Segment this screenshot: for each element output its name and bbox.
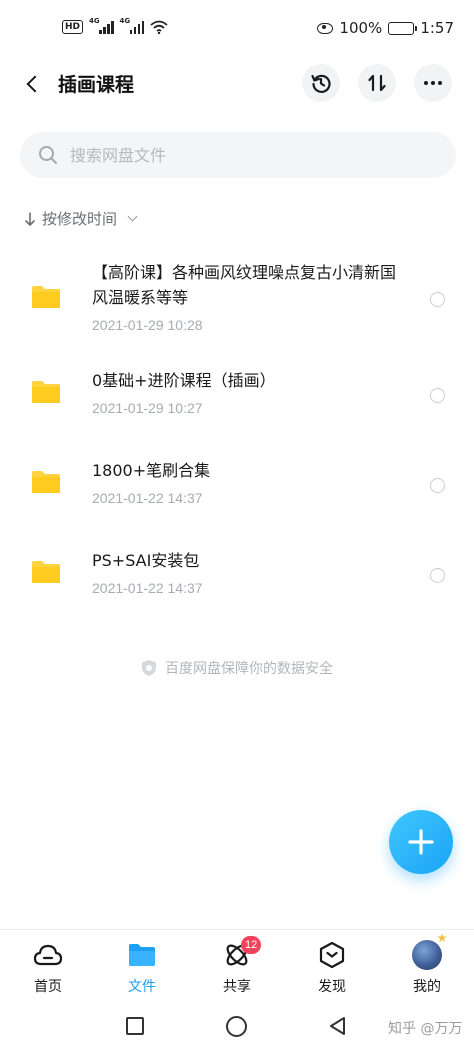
watermark: 知乎 @万万 xyxy=(388,1021,463,1037)
list-item[interactable]: PS+SAI安装包 2021-01-22 14:37 xyxy=(0,540,474,610)
sort-icon xyxy=(368,74,386,92)
battery-icon xyxy=(388,21,418,35)
folder-icon xyxy=(32,286,60,308)
back-arrow-icon xyxy=(26,75,43,93)
list-item[interactable]: 0基础+进阶课程（插画） 2021-01-29 10:27 xyxy=(0,360,474,430)
safety-text: 百度网盘保障你的数据安全 xyxy=(165,661,333,677)
search-bar[interactable] xyxy=(20,132,456,178)
folder-icon xyxy=(32,471,60,493)
eye-comfort-icon xyxy=(317,22,334,34)
sort-label: 按修改时间 xyxy=(42,210,118,228)
header: 插画课程 xyxy=(0,58,474,112)
history-icon xyxy=(311,74,331,93)
file-name: 【高阶课】各种画风纹理噪点复古小清新国风温暖系等等 xyxy=(92,263,397,307)
cloud-icon xyxy=(33,944,63,966)
list-item[interactable]: 1800+笔刷合集 2021-01-22 14:37 xyxy=(0,450,474,520)
tab-label: 文件 xyxy=(128,979,156,995)
list-item[interactable]: 【高阶课】各种画风纹理噪点复古小清新国风温暖系等等 2021-01-29 10:… xyxy=(0,255,474,345)
avatar xyxy=(412,940,442,970)
signal-icon-2: 4G xyxy=(120,17,145,34)
folder-icon xyxy=(129,944,155,966)
sort-selector[interactable]: 按修改时间 xyxy=(24,208,138,229)
wifi-icon xyxy=(150,20,168,34)
add-button[interactable] xyxy=(389,810,453,874)
tab-label: 发现 xyxy=(318,979,346,995)
tab-share[interactable]: 12 共享 xyxy=(207,936,267,996)
chevron-down-icon xyxy=(127,211,138,222)
back-triangle-button[interactable] xyxy=(328,1016,348,1036)
folder-icon xyxy=(32,381,60,403)
clock: 1:57 xyxy=(420,19,454,37)
status-right: 100% 1:57 xyxy=(317,19,454,37)
tab-home[interactable]: 首页 xyxy=(18,940,78,996)
signal-icon: 4G xyxy=(89,17,114,34)
tab-label: 我的 xyxy=(413,979,441,995)
sort-arrow-icon xyxy=(25,211,35,226)
file-name: 1800+笔刷合集 xyxy=(92,461,211,480)
hexagon-icon xyxy=(319,941,345,969)
notification-badge: 12 xyxy=(241,936,262,954)
search-icon xyxy=(39,146,57,164)
page-title: 插画课程 xyxy=(58,74,135,96)
select-radio[interactable] xyxy=(430,478,445,493)
file-date: 2021-01-29 10:27 xyxy=(92,400,203,416)
folder-icon xyxy=(32,561,60,583)
search-input[interactable] xyxy=(70,145,410,165)
home-button[interactable] xyxy=(226,1016,247,1037)
file-name: PS+SAI安装包 xyxy=(92,551,200,570)
back-button[interactable] xyxy=(18,70,46,98)
select-radio[interactable] xyxy=(430,388,445,403)
safety-note: 百度网盘保障你的数据安全 xyxy=(0,658,474,678)
more-button[interactable] xyxy=(414,64,452,102)
battery-percent: 100% xyxy=(339,19,383,37)
file-name: 0基础+进阶课程（插画） xyxy=(92,371,276,390)
history-button[interactable] xyxy=(302,64,340,102)
system-nav-bar: 知乎 @万万 xyxy=(0,1001,474,1053)
tab-label: 共享 xyxy=(223,979,251,995)
status-left: HD 4G 4G xyxy=(62,17,168,34)
plus-icon xyxy=(408,829,434,855)
more-icon xyxy=(424,81,442,85)
hd-icon: HD xyxy=(62,20,84,34)
tab-discover[interactable]: 发现 xyxy=(302,940,362,996)
file-date: 2021-01-22 14:37 xyxy=(92,490,203,506)
tab-label: 首页 xyxy=(34,979,62,995)
tab-me[interactable]: 我的 xyxy=(397,940,457,996)
select-radio[interactable] xyxy=(430,568,445,583)
tab-files[interactable]: 文件 xyxy=(112,940,172,996)
sort-button[interactable] xyxy=(358,64,396,102)
status-bar: HD 4G 4G 100% 1:57 xyxy=(0,0,474,58)
shield-icon xyxy=(142,660,156,676)
tab-bar: 首页 文件 12 共享 发现 我的 xyxy=(0,929,474,1001)
select-radio[interactable] xyxy=(430,292,445,307)
recent-apps-button[interactable] xyxy=(126,1017,144,1035)
file-date: 2021-01-29 10:28 xyxy=(92,317,203,333)
file-date: 2021-01-22 14:37 xyxy=(92,580,203,596)
